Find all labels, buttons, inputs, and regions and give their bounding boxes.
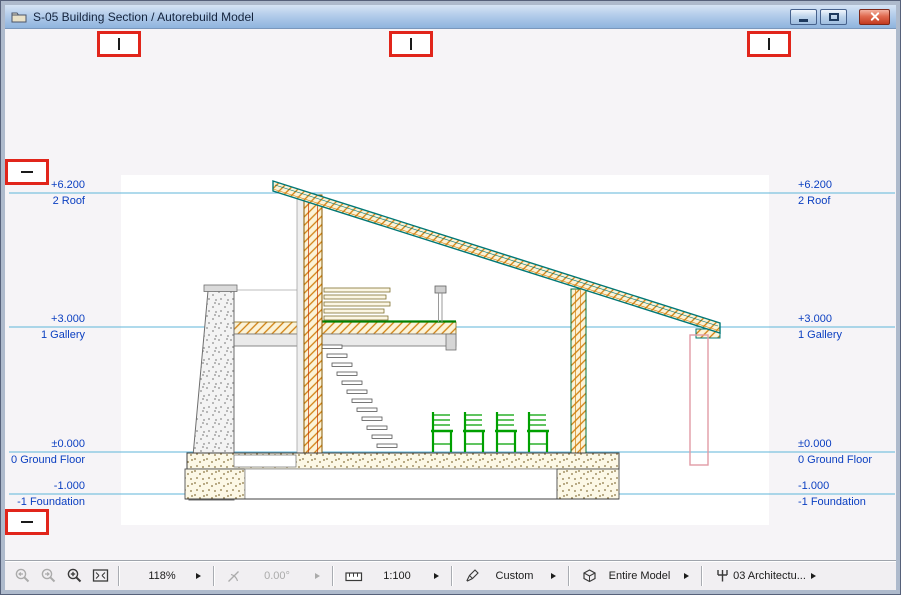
pen-set-control[interactable]: Custom <box>457 564 563 588</box>
statusbar-separator <box>213 566 214 586</box>
statusbar-separator <box>332 566 333 586</box>
marker-tick-icon <box>21 521 33 523</box>
structure-display-control[interactable]: Entire Model <box>574 564 696 588</box>
zoom-previous-button[interactable] <box>9 564 35 588</box>
statusbar-separator <box>568 566 569 586</box>
rotation-icon <box>226 568 242 584</box>
statusbar-separator <box>451 566 452 586</box>
zoom-percent-control[interactable]: 118% <box>124 564 208 588</box>
statusbar-separator <box>701 566 702 586</box>
zoom-in-button[interactable] <box>61 564 87 588</box>
zoom-in-icon <box>66 567 83 584</box>
structure-display-value: Entire Model <box>598 570 681 582</box>
story-elevation-label: +3.000 <box>5 313 85 325</box>
ground-floor-slab <box>187 453 619 469</box>
pen-set-icon <box>464 567 481 584</box>
story-elevation-label: ±0.000 <box>5 438 85 450</box>
statusbar-separator <box>118 566 119 586</box>
folder-icon <box>11 10 27 23</box>
section-marker-handle[interactable] <box>5 509 49 535</box>
fit-in-window-button[interactable] <box>87 564 113 588</box>
layer-combination-value: 03 Architectu... <box>731 570 808 582</box>
section-marker-handle[interactable] <box>97 31 141 57</box>
scale-control[interactable]: 1:100 <box>338 564 446 588</box>
story-elevation-label: +6.200 <box>798 179 832 191</box>
maximize-button[interactable] <box>820 9 847 25</box>
right-post <box>571 289 586 453</box>
ruler-icon <box>345 568 363 584</box>
story-elevation-label: -1.000 <box>5 480 85 492</box>
section-marker-handle[interactable] <box>5 159 49 185</box>
layer-fork-icon <box>714 567 731 584</box>
minimize-icon <box>799 19 808 22</box>
scale-value: 1:100 <box>363 570 431 582</box>
popup-arrow-icon <box>434 573 439 579</box>
popup-arrow-icon <box>315 573 320 579</box>
marker-tick-icon <box>21 171 33 173</box>
window-title: S-05 Building Section / Autorebuild Mode… <box>33 10 790 24</box>
popup-arrow-icon <box>551 573 556 579</box>
titlebar[interactable]: S-05 Building Section / Autorebuild Mode… <box>5 5 896 29</box>
maximize-icon <box>829 13 839 21</box>
zoom-next-button[interactable] <box>35 564 61 588</box>
rotation-value: 0.00° <box>242 570 312 582</box>
story-elevation-label: -1.000 <box>798 480 829 492</box>
story-elevation-label: ±0.000 <box>798 438 832 450</box>
layer-combination-control[interactable]: 03 Architectu... <box>707 564 823 588</box>
fit-in-window-icon <box>92 567 109 584</box>
close-button[interactable] <box>859 9 890 25</box>
close-icon <box>869 11 880 22</box>
rotation-control[interactable]: 0.00° <box>219 564 327 588</box>
marker-tick-icon <box>410 38 412 50</box>
marker-tick-icon <box>768 38 770 50</box>
model-cube-icon <box>581 567 598 584</box>
story-name-label: 1 Gallery <box>798 329 842 341</box>
marker-tick-icon <box>118 38 120 50</box>
zoom-previous-icon <box>14 567 31 584</box>
section-window: S-05 Building Section / Autorebuild Mode… <box>0 0 901 595</box>
story-elevation-label: +3.000 <box>798 313 832 325</box>
story-name-label: -1 Foundation <box>798 496 866 508</box>
popup-arrow-icon <box>684 573 689 579</box>
section-marker-handle[interactable] <box>389 31 433 57</box>
popup-arrow-icon <box>196 573 201 579</box>
story-name-label: 2 Roof <box>798 195 830 207</box>
zoom-next-icon <box>40 567 57 584</box>
story-name-label: 0 Ground Floor <box>798 454 872 466</box>
zoom-percent-value: 118% <box>131 570 193 582</box>
story-name-label: 0 Ground Floor <box>5 454 85 466</box>
minimize-button[interactable] <box>790 9 817 25</box>
story-name-label: -1 Foundation <box>5 496 85 508</box>
section-marker-handle[interactable] <box>747 31 791 57</box>
section-drawing <box>5 29 896 560</box>
story-name-label: 2 Roof <box>5 195 85 207</box>
statusbar: 118% 0.00° 1:100 <box>5 560 896 590</box>
foundation <box>185 469 619 499</box>
story-name-label: 1 Gallery <box>5 329 85 341</box>
popup-arrow-icon <box>811 573 816 579</box>
left-wall <box>297 195 322 453</box>
drawing-canvas[interactable]: +6.200 2 Roof +3.000 1 Gallery ±0.000 0 … <box>5 29 896 560</box>
pen-set-value: Custom <box>481 570 548 582</box>
